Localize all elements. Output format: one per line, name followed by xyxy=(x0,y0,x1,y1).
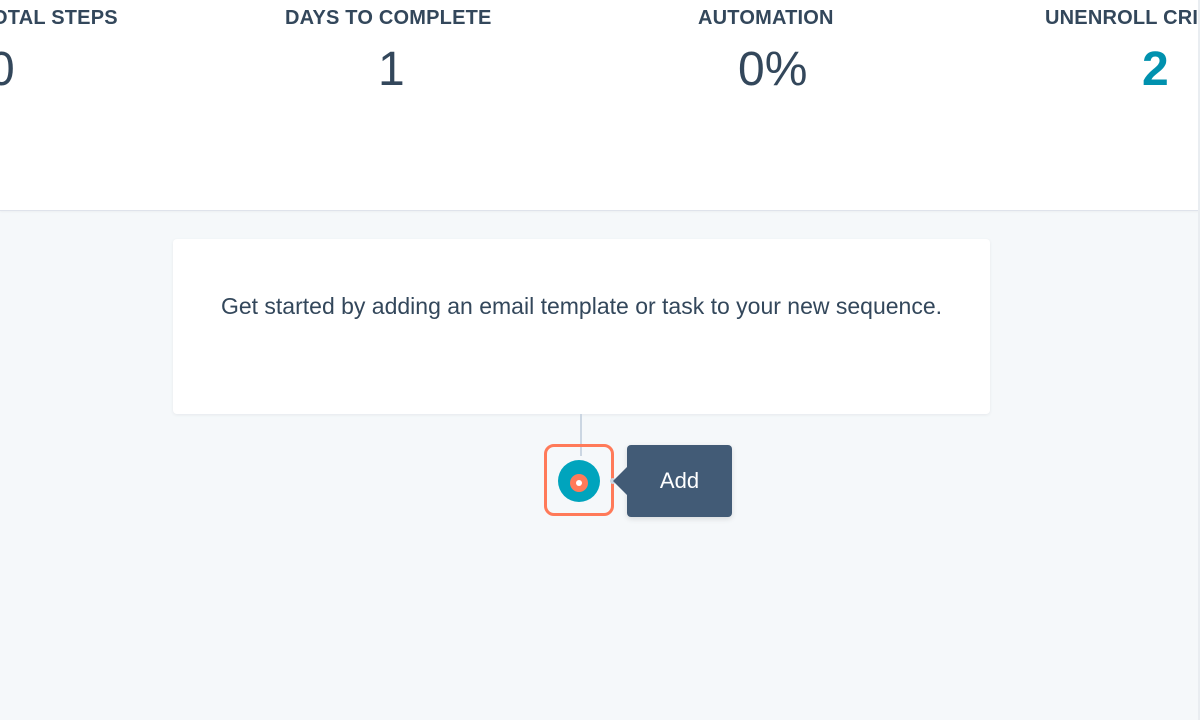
add-step-button[interactable] xyxy=(558,460,600,502)
stat-value: 0 xyxy=(0,42,15,97)
sequence-stats-bar: TOTAL STEPS 0 DAYS TO COMPLETE 1 AUTOMAT… xyxy=(0,0,1199,211)
stat-label: UNENROLL CRITERIA xyxy=(1045,7,1199,29)
stat-value: 1 xyxy=(378,43,405,96)
empty-sequence-message: Get started by adding an email template … xyxy=(220,293,943,319)
sequence-editor: TOTAL STEPS 0 DAYS TO COMPLETE 1 AUTOMAT… xyxy=(0,0,1200,720)
add-tooltip-label: Add xyxy=(659,468,700,493)
add-tooltip: Add xyxy=(613,445,732,517)
stat-label: TOTAL STEPS xyxy=(0,7,118,29)
empty-sequence-card: Get started by adding an email template … xyxy=(173,239,990,414)
cursor-indicator-icon xyxy=(570,474,588,492)
stat-label: DAYS TO COMPLETE xyxy=(285,7,492,29)
stat-value: 0% xyxy=(738,43,808,96)
stat-value[interactable]: 2 xyxy=(1142,42,1169,97)
stat-label: AUTOMATION xyxy=(698,7,834,29)
